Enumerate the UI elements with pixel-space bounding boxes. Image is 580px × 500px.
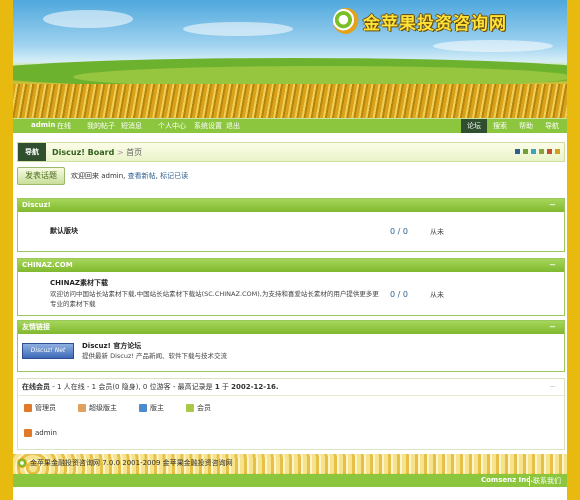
nav-search[interactable]: 搜索 — [487, 119, 513, 133]
forum-description: 欢迎访问中国站长站素材下载,中国站长站素材下载站(SC.CHINAZ.COM),… — [50, 290, 379, 308]
breadcrumb: 导航 Discuz! Board > 首页 — [17, 142, 565, 162]
forum-last-post: 从未 — [430, 291, 444, 299]
nav-messages[interactable]: 短消息 — [121, 121, 142, 131]
page-frame: 金苹果投资咨询网 admin 在线 我的帖子 短消息 个人中心 系统设置 退出 … — [13, 0, 567, 500]
collapse-toggle-icon[interactable]: － — [549, 199, 556, 212]
nav-settings[interactable]: 系统设置 — [194, 121, 222, 131]
copyright-text: 金苹果金融投资咨询网 7.0.0 2001-2009 金苹果金融投资咨询网 — [30, 459, 233, 467]
nav-status: 在线 — [57, 122, 71, 130]
header-banner: 金苹果投资咨询网 — [13, 0, 567, 118]
nav-forum[interactable]: 论坛 — [461, 119, 487, 133]
style-switcher — [515, 149, 560, 154]
online-member[interactable]: admin — [24, 429, 57, 437]
admin-user-icon — [24, 429, 32, 437]
nav-username[interactable]: admin — [31, 121, 55, 129]
style-swatch[interactable] — [531, 149, 536, 154]
top-nav: admin 在线 我的帖子 短消息 个人中心 系统设置 退出 论坛 搜索 帮助 … — [13, 118, 567, 133]
site-logo[interactable]: 金苹果投资咨询网 — [333, 8, 507, 34]
nav-right-menu: 论坛 搜索 帮助 导航 — [461, 119, 565, 133]
forum-count: 0 / 0 — [390, 227, 408, 236]
section-title[interactable]: 友情链接 — [22, 323, 50, 331]
breadcrumb-forum-link[interactable]: Discuz! Board — [52, 148, 114, 157]
link-name[interactable]: Discuz! 官方论坛 — [82, 341, 141, 351]
online-record-count: 1 — [214, 383, 220, 391]
online-record-label: 于 — [221, 383, 229, 391]
online-header: 在线会员 - 1 人在线 - 1 会员(0 隐身), 0 位游客 - 最高记录是… — [18, 379, 564, 396]
legend-item: 版主 — [139, 403, 164, 413]
collapse-toggle-icon[interactable]: － — [549, 259, 556, 272]
breadcrumb-current: 首页 — [126, 148, 143, 157]
footer-copyright: 金苹果金融投资咨询网 7.0.0 2001-2009 金苹果金融投资咨询网 — [17, 458, 233, 468]
style-swatch[interactable] — [555, 149, 560, 154]
moderator-user-icon — [139, 404, 147, 412]
section-header: Discuz! － — [18, 199, 564, 212]
member-name[interactable]: admin — [35, 429, 57, 437]
legend-label: 管理员 — [35, 404, 56, 412]
nav-user-center[interactable]: 个人中心 — [158, 121, 186, 131]
admin-user-icon — [24, 404, 32, 412]
style-swatch[interactable] — [539, 149, 544, 154]
welcome-greeting: 欢迎回来 — [71, 172, 99, 180]
forum-count: 0 / 0 — [390, 290, 408, 299]
comsenz-link[interactable]: Comsenz Inc. — [481, 476, 533, 484]
online-title: 在线会员 — [22, 383, 50, 391]
style-swatch[interactable] — [515, 149, 520, 154]
legend-item: 会员 — [186, 403, 211, 413]
style-swatch[interactable] — [523, 149, 528, 154]
legend-item: 超级版主 — [78, 403, 117, 413]
contact-us-link[interactable]: 联系我们 — [529, 476, 561, 486]
mark-read-link[interactable]: 标记已读 — [160, 172, 188, 180]
member-user-icon — [186, 404, 194, 412]
style-swatch[interactable] — [547, 149, 552, 154]
friend-links-section: 友情链接 － Discuz! Net Discuz! 官方论坛 提供最新 Dis… — [17, 320, 565, 372]
legend-item: 管理员 — [24, 403, 56, 413]
forum-section-discuz: Discuz! － 默认版块 0 / 0 从未 — [17, 198, 565, 252]
nav-navigation[interactable]: 导航 — [539, 119, 565, 133]
usergroup-legend: 管理员 超级版主 版主 会员 — [24, 403, 233, 413]
super-moderator-user-icon — [78, 404, 86, 412]
link-description: 提供最新 Discuz! 产品新闻、软件下载与技术交流 — [82, 352, 228, 360]
online-record-date: 2002-12-16. — [231, 383, 279, 391]
forum-section-chinaz: CHINAZ.COM － CHINAZ素材下载 欢迎访问中国站长站素材下载,中国… — [17, 258, 565, 316]
forum-last-post: 从未 — [430, 228, 444, 236]
collapse-toggle-icon[interactable]: － — [549, 321, 556, 334]
section-title[interactable]: Discuz! — [22, 201, 51, 209]
section-header: CHINAZ.COM － — [18, 259, 564, 272]
legend-label: 会员 — [197, 404, 211, 412]
welcome-line: 欢迎回来 admin, 查看新帖, 标记已读 — [71, 171, 188, 181]
section-title[interactable]: CHINAZ.COM — [22, 261, 73, 269]
view-new-posts-link[interactable]: 查看新帖 — [128, 172, 156, 180]
legend-label: 超级版主 — [89, 404, 117, 412]
apple-logo-icon — [17, 458, 27, 468]
new-topic-button[interactable]: 发表话题 — [17, 167, 65, 185]
legend-label: 版主 — [150, 404, 164, 412]
section-header: 友情链接 － — [18, 321, 564, 334]
footer: 金苹果金融投资咨询网 7.0.0 2001-2009 金苹果金融投资咨询网 Co… — [13, 454, 567, 500]
breadcrumb-label[interactable]: 导航 — [18, 143, 46, 161]
discuz-logo-image[interactable]: Discuz! Net — [22, 343, 74, 359]
apple-logo-icon — [333, 8, 359, 34]
welcome-separator: , — [155, 172, 158, 180]
welcome-user: admin, — [101, 172, 126, 180]
nav-logout[interactable]: 退出 — [226, 121, 240, 131]
forum-name[interactable]: CHINAZ素材下载 — [50, 278, 108, 288]
breadcrumb-separator: > — [116, 148, 124, 157]
nav-help[interactable]: 帮助 — [513, 119, 539, 133]
forum-name[interactable]: 默认版块 — [50, 226, 78, 236]
nav-my-posts[interactable]: 我的帖子 — [87, 121, 115, 131]
footer-bar: Comsenz Inc. 联系我们 — [13, 474, 567, 487]
online-summary: - 1 人在线 - 1 会员(0 隐身), 0 位游客 - 最高记录是 — [52, 383, 213, 391]
site-title: 金苹果投资咨询网 — [363, 13, 507, 34]
online-members-panel: 在线会员 - 1 人在线 - 1 会员(0 隐身), 0 位游客 - 最高记录是… — [17, 378, 565, 450]
collapse-toggle-icon[interactable]: － — [549, 379, 556, 395]
